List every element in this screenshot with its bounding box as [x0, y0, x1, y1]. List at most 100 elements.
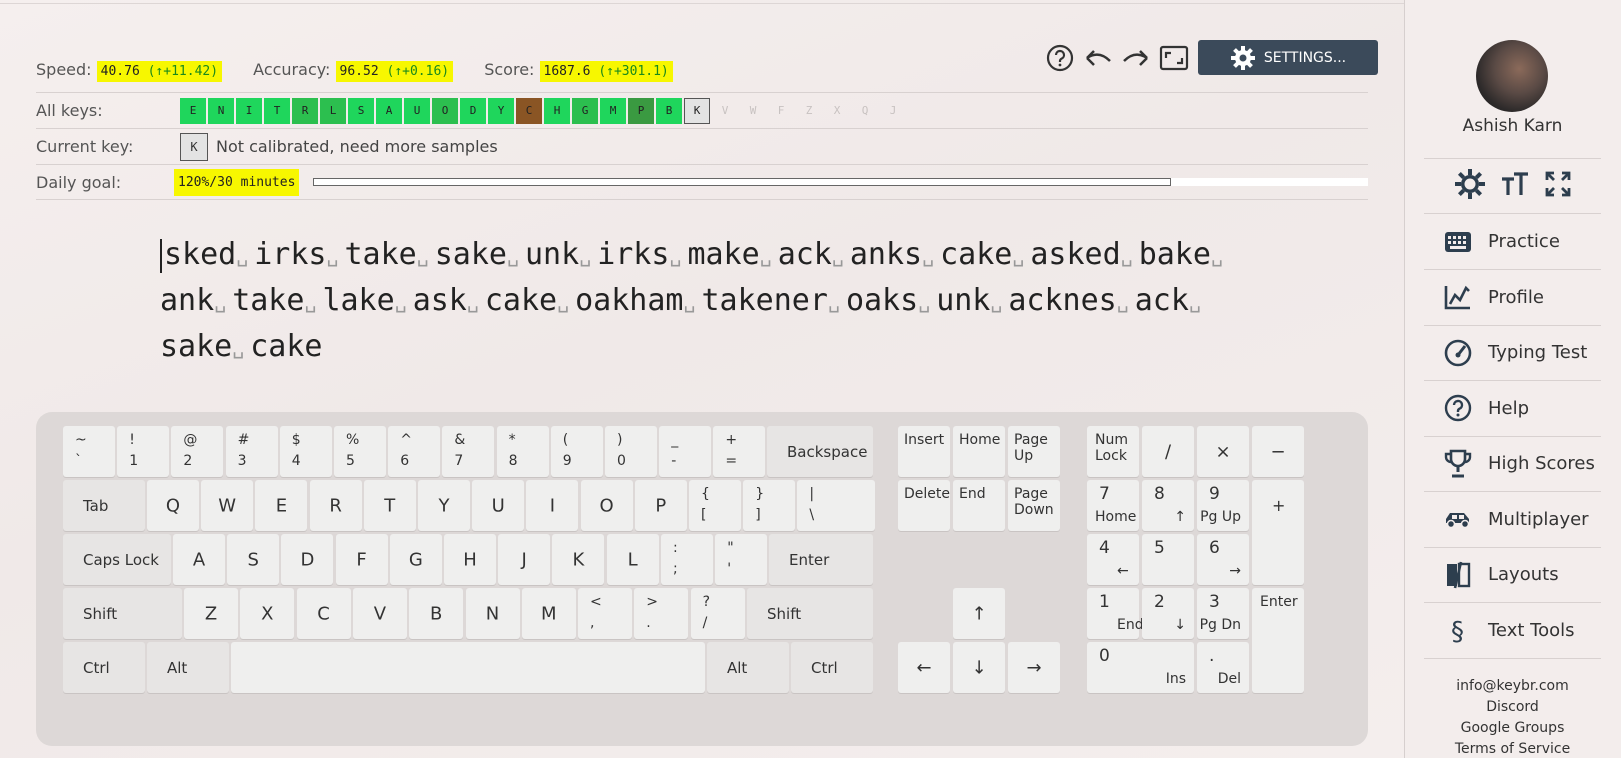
sidebar-item-high-scores[interactable]: High Scores — [1424, 436, 1601, 492]
avatar[interactable] — [1476, 40, 1548, 112]
font-size-icon[interactable] — [1500, 171, 1530, 201]
key-l[interactable]: L — [606, 534, 659, 585]
nav-key[interactable]: Page Up — [1008, 426, 1060, 477]
key-v[interactable]: V — [352, 588, 407, 639]
key-p[interactable]: P — [634, 480, 687, 531]
numpad-8-key[interactable]: 8 ↑ — [1142, 480, 1194, 531]
numpad-slash-key[interactable]: / — [1142, 426, 1194, 477]
key-h[interactable]: H — [444, 534, 496, 585]
key-4[interactable]: $4 — [279, 426, 332, 477]
sidebar-item-profile[interactable]: Profile — [1424, 270, 1601, 326]
key-5[interactable]: % 5 — [334, 426, 386, 477]
key-sym[interactable]: :; — [661, 534, 713, 585]
key-y[interactable]: Y — [418, 480, 470, 531]
nav-key[interactable]: Home — [953, 426, 1005, 477]
sidebar-item-multiplayer[interactable]: Multiplayer — [1424, 492, 1601, 548]
brightness-icon[interactable] — [1454, 168, 1486, 204]
key-q[interactable]: Q — [147, 480, 199, 531]
arrow-up-key[interactable]: ↑ — [953, 588, 1005, 639]
right-alt-key[interactable]: Alt — [707, 642, 789, 693]
arrow-right-key[interactable]: → — [1008, 642, 1060, 693]
key-sym[interactable]: {[ — [689, 480, 741, 531]
key-sym[interactable]: <, — [578, 588, 632, 639]
expand-icon[interactable] — [1544, 170, 1572, 202]
key-8[interactable]: * 8 — [496, 426, 549, 477]
right-ctrl-key[interactable]: Ctrl — [791, 642, 873, 693]
key-b[interactable]: B — [409, 588, 464, 639]
key-g[interactable]: G — [389, 534, 442, 585]
left-shift-key[interactable]: Shift — [63, 588, 182, 639]
key-9[interactable]: (9 — [550, 426, 603, 477]
numpad-plus-key[interactable]: + — [1252, 480, 1304, 585]
key-0[interactable]: ~ ` — [63, 426, 115, 477]
num-lock-key[interactable]: Num Lock — [1087, 426, 1139, 477]
key-sym[interactable]: >. — [634, 588, 689, 639]
backspace-key[interactable]: Backspace — [767, 426, 873, 477]
numpad-7-key[interactable]: 7 Home — [1087, 480, 1139, 531]
key-6[interactable]: ^ 6 — [388, 426, 441, 477]
key-t[interactable]: T — [363, 480, 416, 531]
space-bar[interactable] — [231, 642, 705, 693]
key-12[interactable]: + = — [713, 426, 766, 477]
key-k[interactable]: K — [552, 534, 605, 585]
numpad-3-key[interactable]: 3 Pg Dn — [1197, 588, 1249, 639]
footer-link[interactable]: Terms of Service — [1404, 739, 1621, 758]
undo-icon[interactable] — [1082, 42, 1114, 74]
sidebar-item-practice[interactable]: Practice — [1424, 214, 1601, 270]
key-i[interactable]: I — [526, 480, 579, 531]
sidebar-item-text-tools[interactable]: § Text Tools — [1424, 603, 1601, 659]
left-ctrl-key[interactable]: Ctrl — [63, 642, 145, 693]
key-j[interactable]: J — [498, 534, 551, 585]
settings-button[interactable]: SETTINGS... — [1198, 40, 1378, 75]
numpad-dot-key[interactable]: . Del — [1197, 642, 1249, 693]
user-name[interactable]: Ashish Karn — [1404, 116, 1621, 136]
key-z[interactable]: Z — [184, 588, 238, 639]
key-c[interactable]: C — [296, 588, 351, 639]
key-1[interactable]: ! 1 — [117, 426, 170, 477]
numpad-4-key[interactable]: 4 ← — [1087, 534, 1139, 585]
key-n[interactable]: N — [465, 588, 520, 639]
numpad-minus-key[interactable]: − — [1252, 426, 1304, 477]
nav-key[interactable]: Page Down — [1008, 480, 1060, 531]
key-s[interactable]: S — [227, 534, 280, 585]
left-alt-key[interactable]: Alt — [147, 642, 229, 693]
key-d[interactable]: D — [281, 534, 334, 585]
key-x[interactable]: X — [240, 588, 295, 639]
numpad-0-key[interactable]: 0 Ins — [1087, 642, 1194, 693]
numpad-6-key[interactable]: 6 → — [1197, 534, 1249, 585]
key-11[interactable]: _ - — [659, 426, 712, 477]
key-7[interactable]: & 7 — [442, 426, 495, 477]
nav-key[interactable]: Delete — [898, 480, 950, 531]
help-icon[interactable] — [1044, 42, 1076, 74]
key-m[interactable]: M — [521, 588, 576, 639]
key-a[interactable]: A — [173, 534, 225, 585]
footer-link[interactable]: Google Groups — [1404, 718, 1621, 739]
numpad-2-key[interactable]: 2 ↓ — [1142, 588, 1194, 639]
key-u[interactable]: U — [472, 480, 525, 531]
nav-key[interactable]: Insert — [898, 426, 950, 477]
footer-link[interactable]: info@keybr.com — [1404, 676, 1621, 697]
arrow-down-key[interactable]: ↓ — [953, 642, 1005, 693]
tab-key[interactable]: Tab — [63, 480, 145, 531]
numpad-multiply-key[interactable]: × — [1197, 426, 1249, 477]
arrow-left-key[interactable]: ← — [898, 642, 950, 693]
sidebar-item-help[interactable]: Help — [1424, 381, 1601, 437]
key-10[interactable]: ) 0 — [605, 426, 657, 477]
key-f[interactable]: F — [335, 534, 388, 585]
sidebar-item-layouts[interactable]: Layouts — [1424, 547, 1601, 603]
sidebar-item-typing-test[interactable]: Typing Test — [1424, 325, 1601, 381]
key-sym[interactable]: }] — [743, 480, 796, 531]
numpad-enter-key[interactable]: Enter — [1252, 588, 1304, 693]
key-sym[interactable]: " ' — [715, 534, 768, 585]
key-r[interactable]: R — [309, 480, 362, 531]
numpad-1-key[interactable]: 1 End — [1087, 588, 1144, 639]
caps-lock-key[interactable]: Caps Lock — [63, 534, 171, 585]
key-sym[interactable]: ? / — [690, 588, 745, 639]
numpad-5-key[interactable]: 5 — [1142, 534, 1194, 585]
nav-key[interactable]: End — [953, 480, 1005, 531]
numpad-9-key[interactable]: 9 Pg Up — [1197, 480, 1249, 531]
key-e[interactable]: E — [255, 480, 308, 531]
key-sym[interactable]: | \ — [797, 480, 876, 531]
right-shift-key[interactable]: Shift — [747, 588, 873, 639]
footer-link[interactable]: Discord — [1404, 697, 1621, 718]
